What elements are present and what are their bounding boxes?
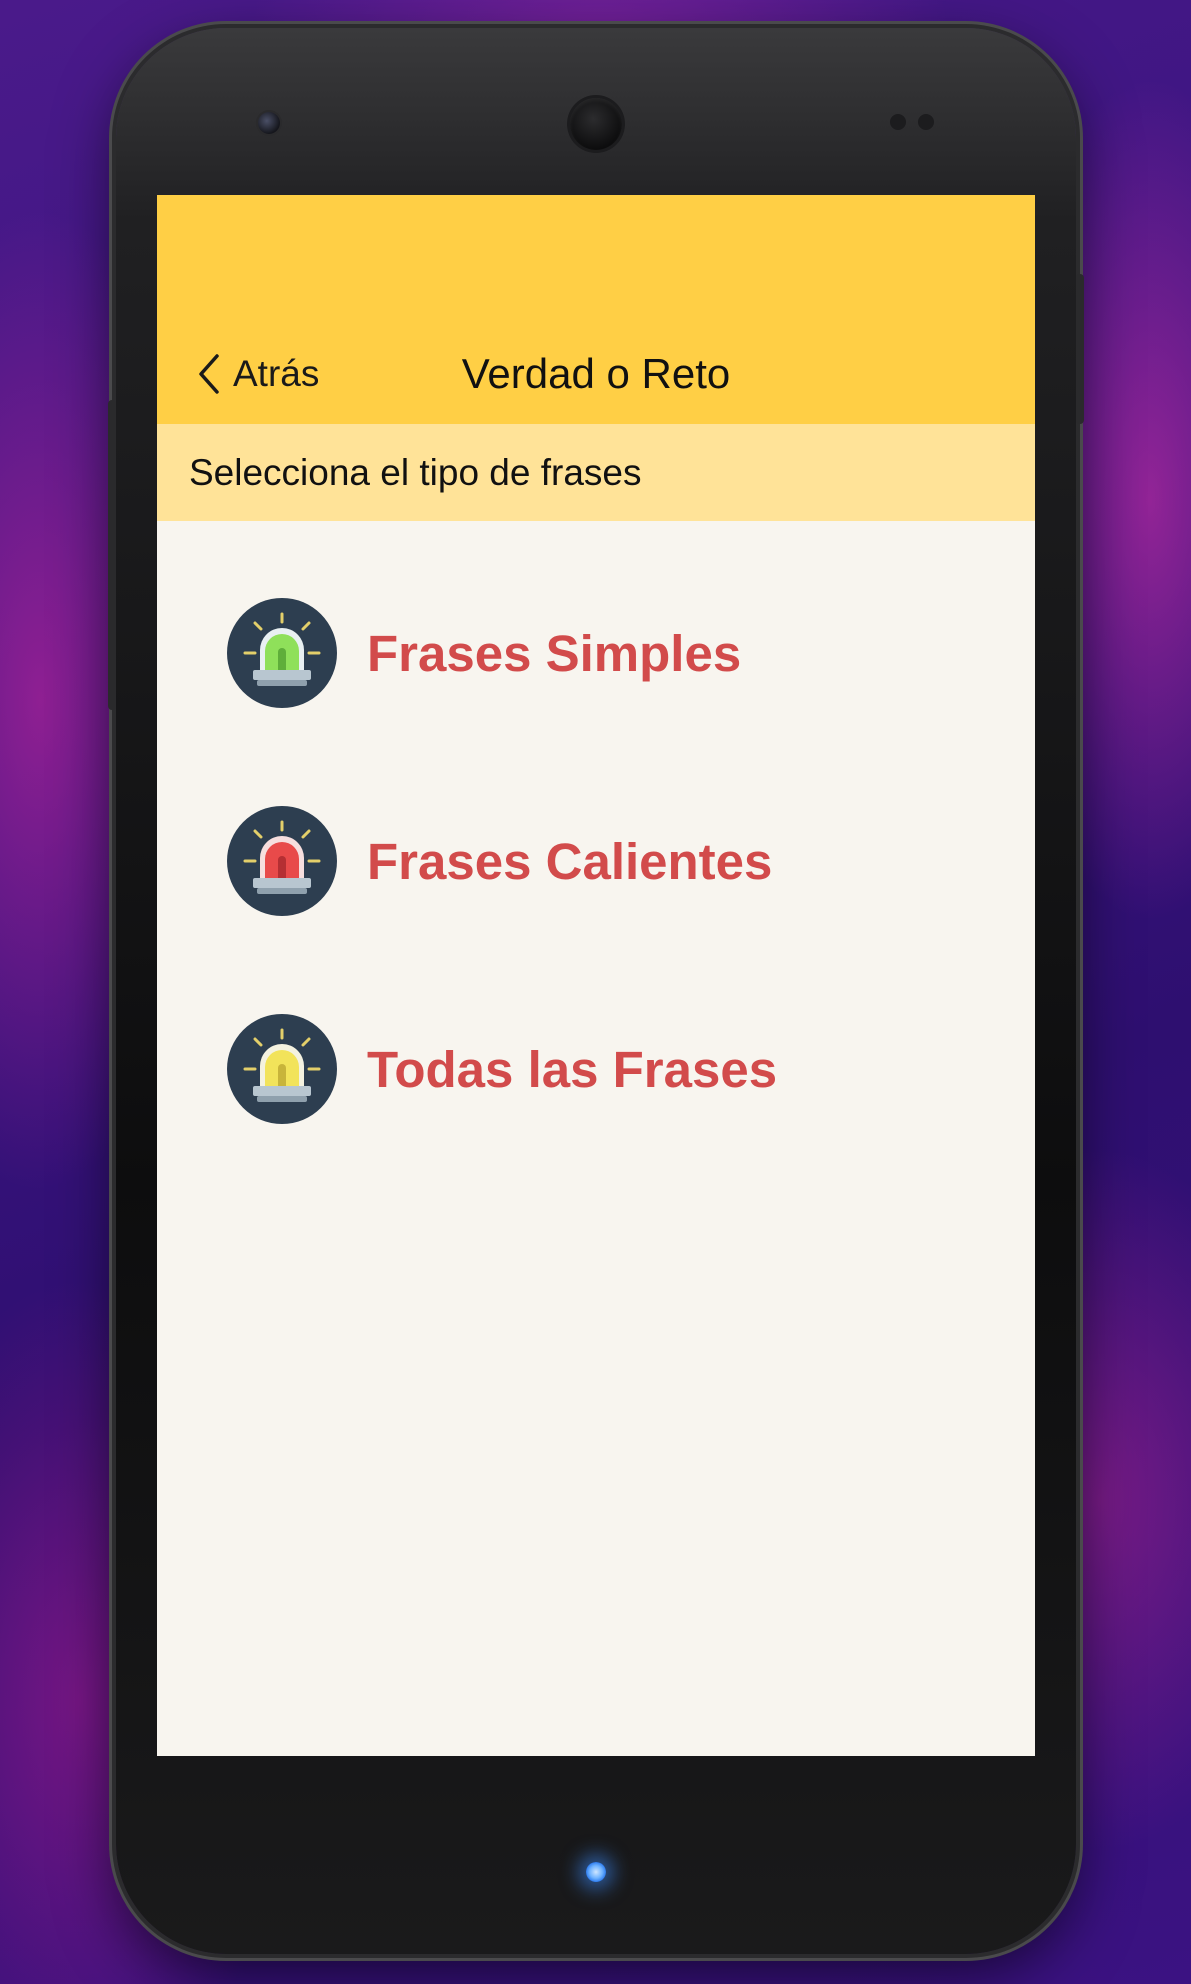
notification-led — [586, 1862, 606, 1882]
phone-frame: Atrás Verdad o Reto Selecciona el tipo d… — [108, 28, 1084, 1954]
volume-button — [108, 400, 116, 710]
power-button — [1076, 274, 1084, 424]
option-frases-simples[interactable]: Frases Simples — [227, 598, 741, 708]
page-title: Verdad o Reto — [461, 350, 731, 397]
option-frases-calientes[interactable]: Frases Calientes — [227, 806, 772, 916]
siren-yellow-icon — [227, 1014, 337, 1124]
siren-green-icon — [227, 598, 337, 708]
option-todas-las-frases[interactable]: Todas las Frases — [227, 1014, 777, 1124]
earpiece-speaker — [570, 98, 622, 150]
app-screen: Atrás Verdad o Reto Selecciona el tipo d… — [157, 195, 1035, 1756]
option-label: Frases Simples — [367, 624, 742, 682]
proximity-sensor — [890, 114, 906, 130]
option-label: Frases Calientes — [367, 832, 773, 890]
front-camera — [258, 112, 280, 134]
option-label: Todas las Frases — [367, 1040, 778, 1098]
siren-red-icon — [227, 806, 337, 916]
app-bar: Atrás Verdad o Reto — [157, 195, 1035, 424]
instruction-bar: Selecciona el tipo de frases — [157, 424, 1035, 521]
light-sensor — [918, 114, 934, 130]
instruction-text: Selecciona el tipo de frases — [189, 452, 642, 493]
